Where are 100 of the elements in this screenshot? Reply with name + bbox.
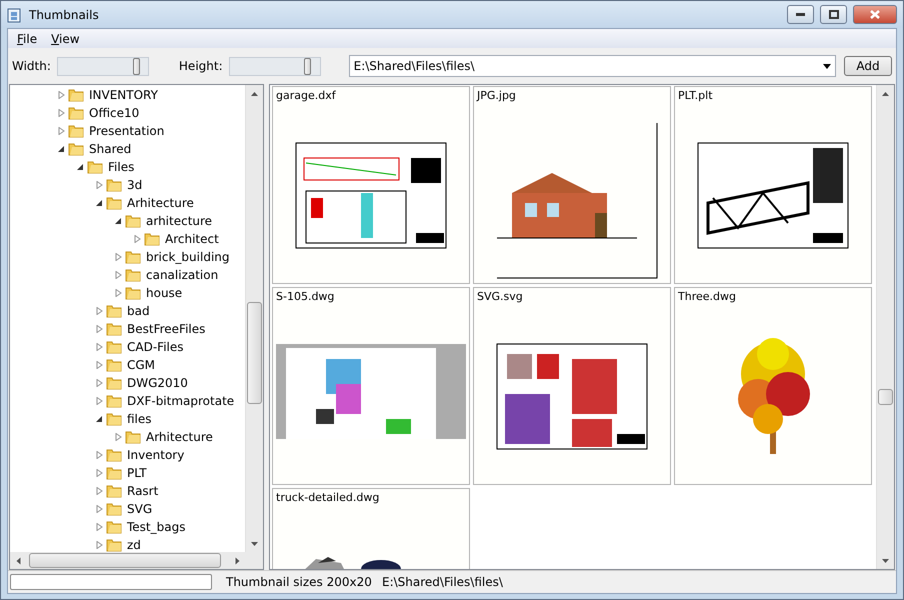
- tree-item[interactable]: Test_bags: [125, 520, 188, 534]
- tree-item[interactable]: zd: [125, 538, 143, 552]
- folder-icon: [106, 538, 122, 552]
- tree-item[interactable]: Arhitecture: [144, 430, 215, 444]
- file-name: S-105.dwg: [276, 290, 336, 304]
- tree-item[interactable]: 3d: [125, 178, 144, 192]
- tree-item[interactable]: Rasrt: [125, 484, 160, 498]
- expand-arrow-icon[interactable]: [96, 487, 103, 495]
- menu-item[interactable]: View: [46, 32, 85, 46]
- tree-item[interactable]: DXF-bitmaprotate: [125, 394, 236, 408]
- maximize-button[interactable]: [820, 5, 847, 24]
- expand-arrow-icon[interactable]: [96, 343, 103, 351]
- height-label: Height:: [178, 59, 223, 73]
- slider-thumb[interactable]: [132, 58, 140, 74]
- scroll-arrow-icon[interactable]: [882, 558, 889, 562]
- tree-item[interactable]: bad: [125, 304, 152, 318]
- expand-arrow-icon[interactable]: [58, 127, 65, 135]
- vertical-scrollbar[interactable]: [876, 85, 894, 569]
- folder-icon: [125, 250, 141, 264]
- tree-item[interactable]: CAD-Files: [125, 340, 186, 354]
- width-slider[interactable]: [56, 56, 149, 76]
- tree-item[interactable]: brick_building: [144, 250, 232, 264]
- expand-arrow-icon[interactable]: [115, 253, 122, 261]
- tree-item[interactable]: Inventory: [125, 448, 186, 462]
- folder-icon: [106, 394, 122, 408]
- height-slider[interactable]: [228, 56, 321, 76]
- tree-item[interactable]: canalization: [144, 268, 220, 282]
- expand-arrow-icon[interactable]: [115, 289, 122, 297]
- dropdown-arrow-icon[interactable]: [823, 64, 831, 68]
- file-name: Three.dwg: [678, 290, 737, 304]
- path-combobox[interactable]: E:\Shared\Files\files\: [348, 55, 836, 77]
- vertical-scrollbar[interactable]: [245, 85, 263, 552]
- folder-icon: [106, 340, 122, 354]
- scroll-arrow-icon[interactable]: [251, 542, 258, 546]
- folder-icon: [106, 484, 122, 498]
- folder-icon: [106, 322, 122, 336]
- collapse-arrow-icon[interactable]: [77, 163, 84, 171]
- expand-arrow-icon[interactable]: [96, 469, 103, 477]
- expand-arrow-icon[interactable]: [115, 433, 122, 441]
- thumbnail-card[interactable]: Three.dwg: [674, 287, 872, 485]
- tree-item[interactable]: CGM: [125, 358, 158, 372]
- tree-item[interactable]: INVENTORY: [87, 88, 160, 102]
- tree-item[interactable]: Arhitecture: [125, 196, 196, 210]
- thumbnail-card[interactable]: garage.dxf: [272, 86, 470, 284]
- thumbnail-card[interactable]: truck-detailed.dwg: [272, 488, 470, 569]
- minimize-button[interactable]: [787, 5, 814, 24]
- collapse-arrow-icon[interactable]: [115, 217, 122, 225]
- expand-arrow-icon[interactable]: [96, 325, 103, 333]
- collapse-arrow-icon[interactable]: [96, 199, 103, 207]
- tree-item[interactable]: house: [144, 286, 184, 300]
- tree-item[interactable]: arhitecture: [144, 214, 214, 228]
- expand-arrow-icon[interactable]: [96, 541, 103, 549]
- thumbnail-card[interactable]: PLT.plt: [674, 86, 872, 284]
- tree-item[interactable]: Shared: [87, 142, 134, 156]
- tree-item[interactable]: SVG: [125, 502, 154, 516]
- tree-item[interactable]: files: [125, 412, 154, 426]
- close-button[interactable]: [853, 5, 897, 24]
- tree-item[interactable]: DWG2010: [125, 376, 190, 390]
- expand-arrow-icon[interactable]: [96, 361, 103, 369]
- tree-item[interactable]: Files: [106, 160, 136, 174]
- tree-item[interactable]: BestFreeFiles: [125, 322, 208, 336]
- window-title: Thumbnails: [29, 8, 100, 22]
- scroll-thumb[interactable]: [878, 389, 893, 405]
- tree-item[interactable]: Presentation: [87, 124, 166, 138]
- folder-icon: [68, 124, 84, 138]
- expand-arrow-icon[interactable]: [96, 397, 103, 405]
- tree-item[interactable]: Office10: [87, 106, 142, 120]
- menu-item[interactable]: File: [12, 32, 42, 46]
- thumbnail-card[interactable]: S-105.dwg: [272, 287, 470, 485]
- collapse-arrow-icon[interactable]: [96, 415, 103, 423]
- maximize-icon: [828, 10, 838, 19]
- folder-icon: [106, 376, 122, 390]
- scroll-arrow-icon[interactable]: [16, 557, 20, 564]
- folder-icon: [68, 88, 84, 102]
- scroll-arrow-icon[interactable]: [236, 557, 240, 564]
- width-label: Width:: [12, 59, 51, 73]
- folder-icon: [87, 160, 103, 174]
- scroll-arrow-icon[interactable]: [882, 92, 889, 96]
- expand-arrow-icon[interactable]: [58, 109, 65, 117]
- file-name: garage.dxf: [276, 89, 337, 103]
- thumbnail-card[interactable]: JPG.jpg: [473, 86, 671, 284]
- scroll-thumb[interactable]: [247, 302, 262, 404]
- slider-thumb[interactable]: [304, 58, 312, 74]
- folder-icon: [68, 106, 84, 120]
- add-button[interactable]: Add: [844, 56, 892, 76]
- scroll-arrow-icon[interactable]: [251, 92, 258, 96]
- collapse-arrow-icon[interactable]: [58, 145, 65, 153]
- expand-arrow-icon[interactable]: [96, 307, 103, 315]
- expand-arrow-icon[interactable]: [96, 505, 103, 513]
- expand-arrow-icon[interactable]: [134, 235, 141, 243]
- expand-arrow-icon[interactable]: [96, 451, 103, 459]
- thumbnail-card[interactable]: SVG.svg: [473, 287, 671, 485]
- scroll-thumb[interactable]: [29, 553, 221, 568]
- tree-item[interactable]: PLT: [125, 466, 149, 480]
- expand-arrow-icon[interactable]: [96, 523, 103, 531]
- tree-item[interactable]: Architect: [163, 232, 221, 246]
- expand-arrow-icon[interactable]: [115, 271, 122, 279]
- expand-arrow-icon[interactable]: [96, 379, 103, 387]
- expand-arrow-icon[interactable]: [58, 91, 65, 99]
- expand-arrow-icon[interactable]: [96, 181, 103, 189]
